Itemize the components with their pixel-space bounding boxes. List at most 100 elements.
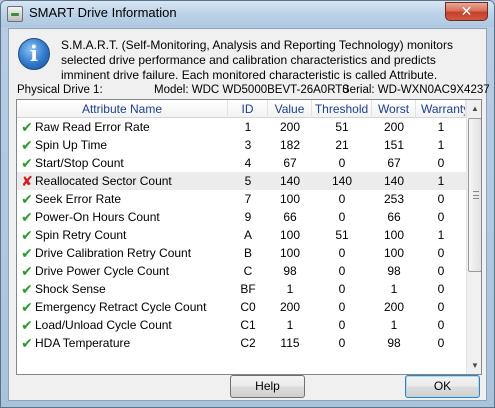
dialog-client-area: i S.M.A.R.T. (Self-Monitoring, Analysis … — [8, 28, 490, 401]
threshold-cell: 0 — [338, 300, 346, 314]
column-header-value[interactable]: Value — [268, 100, 312, 118]
attribute-name-cell: Load/Unload Cycle Count — [35, 318, 172, 332]
column-header-attribute-name[interactable]: Attribute Name — [17, 100, 228, 118]
warranty-cell: 0 — [437, 210, 445, 224]
threshold-cell: 0 — [338, 246, 346, 260]
worst-cell: 67 — [387, 156, 401, 170]
value-cell: 98 — [283, 264, 297, 278]
smart-dialog-window: SMART Drive Information ✕ i S.M.A.R.T. (… — [0, 0, 495, 408]
serial-label: Serial: WD-WXN0AC9X4237 — [342, 84, 490, 96]
id-cell: C — [243, 264, 253, 278]
worst-cell: 100 — [383, 228, 405, 242]
id-cell: 1 — [244, 120, 252, 134]
warranty-cell: 1 — [437, 174, 445, 188]
ok-button[interactable]: OK — [405, 375, 480, 398]
value-cell: 66 — [283, 210, 297, 224]
model-label: Model: WDC WD5000BEVT-26A0RT0 — [154, 84, 349, 96]
window-title: SMART Drive Information — [29, 5, 177, 20]
worst-cell: 1 — [390, 318, 398, 332]
close-button[interactable]: ✕ — [445, 2, 488, 21]
help-button[interactable]: Help — [230, 375, 305, 398]
threshold-cell: 0 — [338, 192, 346, 206]
column-header-id[interactable]: ID — [228, 100, 268, 118]
threshold-cell: 140 — [331, 174, 353, 188]
warranty-cell: 1 — [437, 228, 445, 242]
value-cell: 115 — [280, 336, 300, 350]
table-row[interactable]: ✔ Spin Up Time 3 182 21 151 1 — [17, 136, 466, 154]
threshold-cell: 0 — [338, 156, 346, 170]
column-header-worst[interactable]: Worst — [372, 100, 416, 118]
smart-description: S.M.A.R.T. (Self-Monitoring, Analysis an… — [61, 38, 453, 82]
physical-drive-label: Physical Drive 1: — [17, 84, 103, 96]
table-row[interactable]: ✔ Shock Sense BF 1 0 1 0 — [17, 280, 466, 298]
attribute-name-cell: Raw Read Error Rate — [35, 120, 150, 134]
threshold-cell: 0 — [338, 336, 346, 350]
worst-cell: 200 — [383, 300, 405, 314]
id-cell: B — [243, 246, 252, 260]
column-header-warranty[interactable]: Warranty — [416, 100, 466, 118]
threshold-cell: 0 — [338, 318, 346, 332]
id-cell: 7 — [244, 192, 252, 206]
table-row[interactable]: ✔ Drive Calibration Retry Count B 100 0 100 0 — [17, 244, 466, 262]
scroll-down-icon[interactable]: ▼ — [467, 357, 481, 374]
table-row[interactable]: ✔ Start/Stop Count 4 67 0 67 0 — [17, 154, 466, 172]
id-cell: 5 — [244, 174, 252, 188]
scrollbar-grip-icon — [473, 191, 479, 199]
attribute-name-cell: Shock Sense — [35, 282, 106, 296]
table-row[interactable]: ✔ Drive Power Cycle Count C 98 0 98 0 — [17, 262, 466, 280]
table-row[interactable]: ✔ Load/Unload Cycle Count C1 1 0 1 0 — [17, 316, 466, 334]
worst-cell: 66 — [387, 210, 401, 224]
table-row[interactable]: ✔ Raw Read Error Rate 1 200 51 200 1 — [17, 118, 466, 136]
attribute-name-cell: Emergency Retract Cycle Count — [35, 300, 207, 314]
table-row[interactable]: ✔ Seek Error Rate 7 100 0 253 0 — [17, 190, 466, 208]
id-cell: A — [243, 228, 252, 242]
title-bar[interactable]: SMART Drive Information ✕ — [1, 1, 494, 27]
value-cell: 182 — [279, 138, 301, 152]
table-header: Attribute Name ID Value Threshold Worst … — [17, 100, 466, 118]
worst-cell: 100 — [383, 246, 405, 260]
value-cell: 67 — [283, 156, 297, 170]
worst-cell: 151 — [383, 138, 405, 152]
attribute-name-cell: Start/Stop Count — [35, 156, 124, 170]
threshold-cell: 0 — [338, 264, 346, 278]
value-cell: 100 — [279, 246, 301, 260]
id-cell: C0 — [240, 300, 256, 314]
value-cell: 1 — [286, 282, 294, 296]
worst-cell: 98 — [387, 264, 401, 278]
warranty-cell: 1 — [437, 120, 445, 134]
vertical-scrollbar[interactable]: ▲ ▼ — [466, 100, 481, 374]
warranty-cell: 0 — [437, 192, 445, 206]
worst-cell: 200 — [383, 120, 405, 134]
value-cell: 200 — [279, 120, 301, 134]
attribute-name-cell: Drive Power Cycle Count — [35, 264, 170, 278]
attribute-name-cell: Spin Retry Count — [35, 228, 127, 242]
attribute-name-cell: Drive Calibration Retry Count — [35, 246, 192, 260]
threshold-cell: 21 — [335, 138, 349, 152]
attribute-name-cell: HDA Temperature — [35, 336, 131, 350]
id-cell: C1 — [240, 318, 256, 332]
table-row[interactable]: ✔ Power-On Hours Count 9 66 0 66 0 — [17, 208, 466, 226]
attribute-name-cell: Spin Up Time — [35, 138, 108, 152]
attribute-name-cell: Reallocated Sector Count — [35, 174, 172, 188]
table-row[interactable]: ✔ Spin Retry Count A 100 51 100 1 — [17, 226, 466, 244]
warranty-cell: 0 — [437, 156, 445, 170]
warranty-cell: 0 — [437, 300, 445, 314]
id-cell: 9 — [244, 210, 252, 224]
warranty-cell: 0 — [437, 318, 445, 332]
warranty-cell: 0 — [437, 282, 445, 296]
value-cell: 200 — [279, 300, 301, 314]
column-header-threshold[interactable]: Threshold — [312, 100, 372, 118]
value-cell: 100 — [279, 228, 301, 242]
warranty-cell: 1 — [437, 138, 445, 152]
table-row[interactable]: ✔ HDA Temperature C2 115 0 98 0 — [17, 334, 466, 352]
table-row[interactable]: ✔ Emergency Retract Cycle Count C0 200 0 200 0 — [17, 298, 466, 316]
id-cell: 4 — [244, 156, 252, 170]
value-cell: 1 — [286, 318, 294, 332]
id-cell: C2 — [240, 336, 256, 350]
worst-cell: 253 — [383, 192, 405, 206]
scrollbar-thumb[interactable] — [468, 118, 481, 272]
attribute-name-cell: Power-On Hours Count — [35, 210, 160, 224]
scroll-up-icon[interactable]: ▲ — [467, 100, 481, 117]
table-row[interactable]: ✘ Reallocated Sector Count 5 140 140 140 1 — [17, 172, 466, 190]
value-cell: 100 — [279, 192, 301, 206]
